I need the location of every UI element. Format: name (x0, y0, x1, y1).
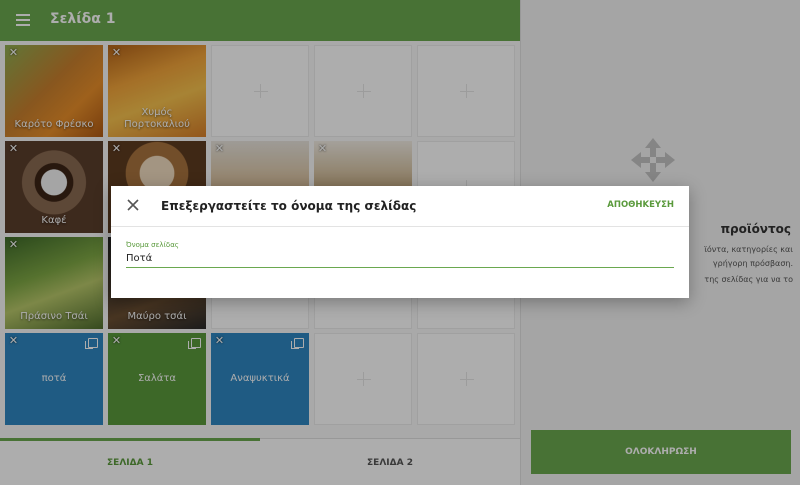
close-icon[interactable] (125, 197, 141, 213)
page-name-label: Όνομα σελίδας (126, 241, 179, 249)
dialog-header: Επεξεργαστείτε το όνομα της σελίδας ΑΠΟΘ… (111, 186, 689, 227)
dialog-title: Επεξεργαστείτε το όνομα της σελίδας (161, 199, 417, 213)
edit-page-name-dialog: Επεξεργαστείτε το όνομα της σελίδας ΑΠΟΘ… (111, 186, 689, 298)
save-button[interactable]: ΑΠΟΘΗΚΕΥΣΗ (607, 200, 674, 210)
page-name-input[interactable] (126, 250, 674, 268)
